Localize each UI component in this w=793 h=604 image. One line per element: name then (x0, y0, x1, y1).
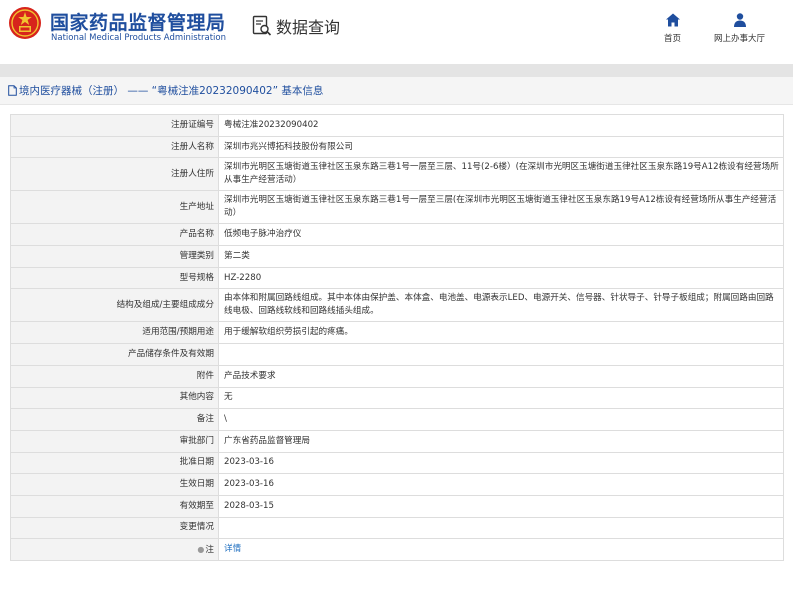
row-value-storage-validity (218, 343, 784, 366)
document-search-icon (252, 15, 272, 36)
table-row: 注册证编号 粤械注准20232090402 (10, 114, 784, 137)
row-value-attachment: 产品技术要求 (218, 364, 784, 388)
nav-online-service-hall[interactable]: 网上办事大厅 (714, 12, 765, 44)
row-value-intended-use: 用于缓解软组织劳损引起的疼痛。 (218, 321, 784, 345)
national-emblem-icon (9, 7, 41, 39)
table-row: 变更情况 (10, 516, 784, 540)
row-label-registrant-name: 注册人名称 (10, 135, 219, 159)
site-header: 国家药品监督管理局 National Medical Products Admi… (0, 0, 793, 64)
row-label-production-address: 生产地址 (10, 190, 219, 225)
row-label-attachment: 附件 (10, 364, 219, 388)
row-label-change-status: 变更情况 (10, 516, 219, 540)
table-row: 型号规格 HZ-2280 (10, 266, 784, 290)
nav-home-label: 首页 (664, 34, 682, 44)
data-query-title: 数据查询 (252, 14, 340, 38)
row-label-expiry-date: 有效期至 (10, 494, 219, 518)
row-label-structure-composition: 结构及组成/主要组成成分 (10, 288, 219, 323)
table-row: 生效日期 2023-03-16 (10, 473, 784, 496)
row-label-other-content: 其他内容 (10, 386, 219, 410)
row-value-approval-date: 2023-03-16 (218, 451, 784, 475)
row-label-registrant-address: 注册人住所 (10, 157, 219, 192)
org-name-cn: 国家药品监督管理局 (50, 12, 226, 34)
table-row: 管理类别 第二类 (10, 245, 784, 268)
table-row: 附件 产品技术要求 (10, 364, 784, 388)
row-label-approval-dept: 审批部门 (10, 429, 219, 453)
breadcrumb: 境内医疗器械（注册） —— “粤械注准20232090402” 基本信息 (0, 77, 793, 105)
row-value-effective-date: 2023-03-16 (218, 473, 784, 496)
details-link[interactable]: 详情 (224, 544, 241, 554)
row-value-model-spec: HZ-2280 (218, 266, 784, 290)
row-label-effective-date: 生效日期 (10, 473, 219, 496)
table-row: 注册人名称 深圳市兆兴博拓科技股份有限公司 (10, 135, 784, 159)
row-value-structure-composition: 由本体和附属回路线组成。其中本体由保护盖、本体盒、电池盖、电源表示LED、电源开… (218, 288, 784, 323)
row-value-expiry-date: 2028-03-15 (218, 494, 784, 518)
row-value-registrant-name: 深圳市兆兴博拓科技股份有限公司 (218, 135, 784, 159)
table-row: 适用范围/预期用途 用于缓解软组织劳损引起的疼痛。 (10, 321, 784, 345)
breadcrumb-text: 境内医疗器械（注册） —— “粤械注准20232090402” 基本信息 (19, 85, 324, 97)
table-row: 批准日期 2023-03-16 (10, 451, 784, 475)
row-value-other-content: 无 (218, 386, 784, 410)
row-value-production-address: 深圳市光明区玉塘街道玉律社区玉泉东路三巷1号一层至三层(在深圳市光明区玉塘街道玉… (218, 190, 784, 225)
table-row: 产品储存条件及有效期 (10, 343, 784, 366)
row-value-management-class: 第二类 (218, 245, 784, 268)
nav-online-service-hall-label: 网上办事大厅 (714, 34, 766, 44)
table-row: 注册人住所 深圳市光明区玉塘街道玉律社区玉泉东路三巷1号一层至三层、11号(2-… (10, 157, 784, 192)
table-row: 审批部门 广东省药品监督管理局 (10, 429, 784, 453)
table-row: ●注 详情 (10, 538, 784, 561)
header-divider-band (0, 64, 793, 77)
row-value-registration-no: 粤械注准20232090402 (218, 114, 784, 137)
row-label-management-class: 管理类别 (10, 245, 219, 268)
row-label-product-name: 产品名称 (10, 223, 219, 247)
table-row: 结构及组成/主要组成成分 由本体和附属回路线组成。其中本体由保护盖、本体盒、电池… (10, 288, 784, 323)
row-label-registration-no: 注册证编号 (10, 114, 219, 137)
table-row: 有效期至 2028-03-15 (10, 494, 784, 518)
table-row: 产品名称 低频电子脉冲治疗仪 (10, 223, 784, 247)
row-value-approval-dept: 广东省药品监督管理局 (218, 429, 784, 453)
row-value-remarks: \ (218, 408, 784, 431)
row-value-note: 详情 (218, 538, 784, 561)
row-value-product-name: 低频电子脉冲治疗仪 (218, 223, 784, 247)
row-label-note: ●注 (10, 538, 219, 561)
row-label-approval-date: 批准日期 (10, 451, 219, 475)
home-icon (665, 13, 680, 27)
row-value-change-status (218, 516, 784, 540)
row-label-model-spec: 型号规格 (10, 266, 219, 290)
table-row: 备注 \ (10, 408, 784, 431)
row-label-note-text: 注 (205, 544, 214, 555)
table-row: 生产地址 深圳市光明区玉塘街道玉律社区玉泉东路三巷1号一层至三层(在深圳市光明区… (10, 190, 784, 225)
user-service-icon (733, 13, 746, 27)
org-name-en: National Medical Products Administration (51, 33, 226, 43)
data-query-label: 数据查询 (276, 18, 341, 37)
document-icon (8, 85, 17, 96)
nav-home[interactable]: 首页 (664, 12, 681, 44)
row-label-remarks: 备注 (10, 408, 219, 431)
row-value-registrant-address: 深圳市光明区玉塘街道玉律社区玉泉东路三巷1号一层至三层、11号(2-6楼）(在深… (218, 157, 784, 192)
registration-detail-table: 注册证编号 粤械注准20232090402 注册人名称 深圳市兆兴博拓科技股份有… (10, 114, 784, 561)
row-label-storage-validity: 产品储存条件及有效期 (10, 343, 219, 366)
row-label-intended-use: 适用范围/预期用途 (10, 321, 219, 345)
table-row: 其他内容 无 (10, 386, 784, 410)
note-pin-icon: ● (197, 544, 205, 554)
